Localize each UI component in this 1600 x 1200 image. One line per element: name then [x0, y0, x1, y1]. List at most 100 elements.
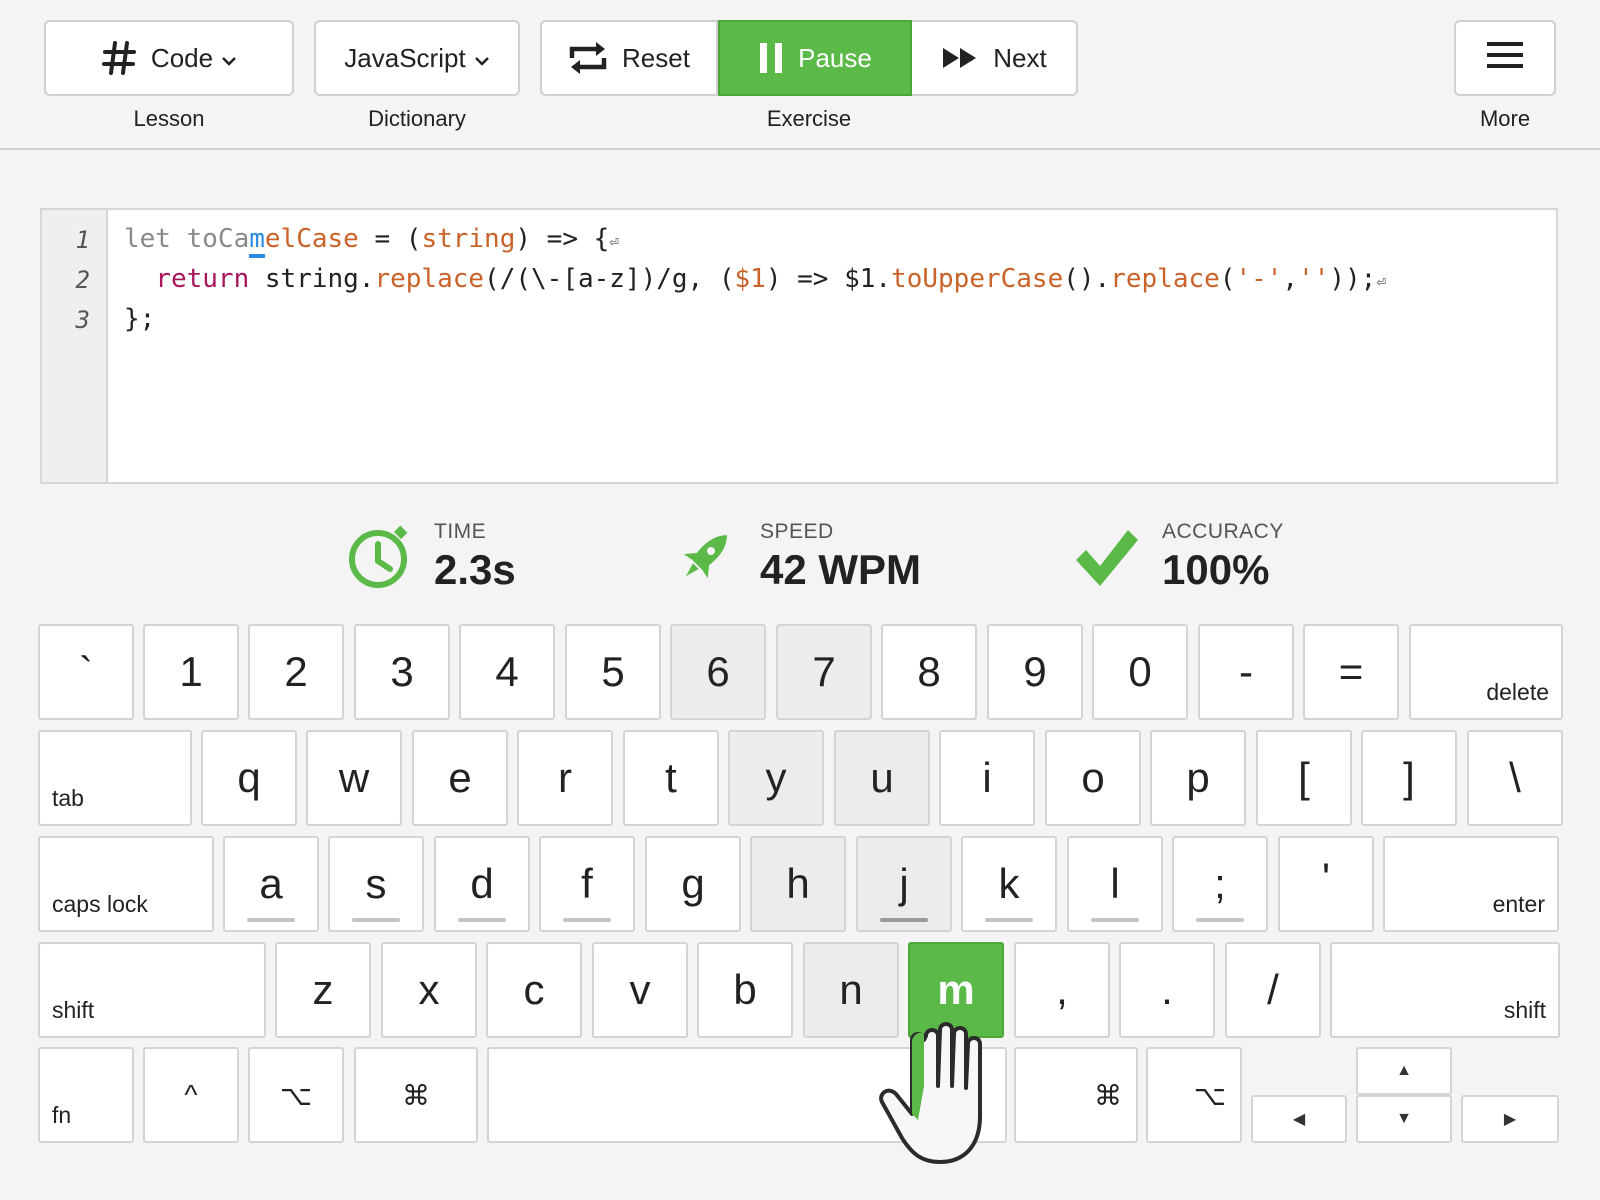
key-delete[interactable]: delete: [1409, 624, 1563, 720]
code-token: string.: [249, 264, 375, 294]
code-token: ) => {: [515, 224, 610, 254]
key-backslash[interactable]: \: [1467, 730, 1563, 826]
key-l[interactable]: l: [1067, 836, 1163, 932]
key-k[interactable]: k: [961, 836, 1057, 932]
key-backtick[interactable]: `: [38, 624, 134, 720]
key-arrow-down[interactable]: ▼: [1356, 1095, 1452, 1143]
code-token: (: [405, 224, 422, 254]
key-comma[interactable]: ,: [1014, 942, 1110, 1038]
key-w[interactable]: w: [306, 730, 402, 826]
code-editor[interactable]: 1 2 3 let toCamelCase = (string) => {⏎ r…: [40, 208, 1558, 484]
pause-label: Pause: [798, 42, 872, 73]
repeat-icon: [568, 41, 608, 75]
key-c[interactable]: c: [486, 942, 582, 1038]
key-u[interactable]: u: [834, 730, 930, 826]
dictionary-dropdown-button[interactable]: JavaScript: [314, 20, 520, 96]
key-label: ;: [1214, 860, 1226, 907]
key-enter[interactable]: enter: [1383, 836, 1559, 932]
key-minus[interactable]: -: [1198, 624, 1294, 720]
key-option-right[interactable]: ⌥: [1146, 1047, 1242, 1143]
key-3[interactable]: 3: [354, 624, 450, 720]
key-equals[interactable]: =: [1303, 624, 1399, 720]
key-1[interactable]: 1: [143, 624, 239, 720]
key-tab[interactable]: tab: [38, 730, 192, 826]
key-v[interactable]: v: [592, 942, 688, 1038]
code-token: (: [1219, 264, 1236, 294]
speed-value: 42 WPM: [760, 546, 922, 593]
key-9[interactable]: 9: [987, 624, 1083, 720]
more-menu-button[interactable]: [1454, 20, 1556, 96]
key-caps-lock[interactable]: caps lock: [38, 836, 214, 932]
key-label: d: [470, 860, 494, 907]
reset-label: Reset: [622, 42, 690, 73]
code-token: (/(\-[a-z])/g, (: [484, 264, 735, 294]
key-e[interactable]: e: [412, 730, 508, 826]
home-row-marker: [1196, 918, 1244, 922]
key-d[interactable]: d: [434, 836, 530, 932]
code-token: ) => $1.: [765, 264, 892, 294]
exercise-controls: Reset Pause Next: [540, 20, 1078, 96]
key-command-left[interactable]: ⌘: [354, 1047, 478, 1143]
key-p[interactable]: p: [1150, 730, 1246, 826]
typed-text: let toCa: [124, 224, 250, 254]
key-left-bracket[interactable]: [: [1256, 730, 1352, 826]
code-token: elCase: [264, 224, 359, 254]
code-token: ,: [1282, 264, 1299, 294]
key-option-left[interactable]: ⌥: [248, 1047, 344, 1143]
key-shift-right[interactable]: shift: [1330, 942, 1560, 1038]
code-token: $1: [734, 264, 766, 294]
code-token: =: [358, 224, 406, 254]
key-8[interactable]: 8: [881, 624, 977, 720]
key-s[interactable]: s: [328, 836, 424, 932]
key-j[interactable]: j: [856, 836, 952, 932]
key-shift-left[interactable]: shift: [38, 942, 266, 1038]
key-arrow-right[interactable]: ▶: [1461, 1095, 1559, 1143]
dictionary-caption: Dictionary: [368, 106, 466, 131]
reset-button[interactable]: Reset: [540, 20, 718, 96]
key-5[interactable]: 5: [565, 624, 661, 720]
key-g[interactable]: g: [645, 836, 741, 932]
key-control[interactable]: ^: [143, 1047, 239, 1143]
time-stat: TIME 2.3s: [346, 520, 516, 594]
key-x[interactable]: x: [381, 942, 477, 1038]
key-r[interactable]: r: [517, 730, 613, 826]
code-token: '': [1298, 264, 1330, 294]
key-4[interactable]: 4: [459, 624, 555, 720]
code-line-2: return string.replace(/(\-[a-z])/g, ($1)…: [124, 264, 1386, 294]
key-quote[interactable]: ': [1278, 836, 1374, 932]
key-arrow-up[interactable]: ▲: [1356, 1047, 1452, 1095]
key-fn[interactable]: fn: [38, 1047, 134, 1143]
code-token: replace: [1110, 264, 1220, 294]
lesson-caption: Lesson: [133, 106, 205, 131]
key-h[interactable]: h: [750, 836, 846, 932]
key-f[interactable]: f: [539, 836, 635, 932]
lesson-label: Code: [150, 42, 214, 73]
key-t[interactable]: t: [623, 730, 719, 826]
key-0[interactable]: 0: [1092, 624, 1188, 720]
key-label: a: [259, 860, 283, 907]
key-period[interactable]: .: [1119, 942, 1215, 1038]
key-2[interactable]: 2: [248, 624, 344, 720]
key-z[interactable]: z: [275, 942, 371, 1038]
pause-button[interactable]: Pause: [718, 20, 912, 96]
key-command-right[interactable]: ⌘: [1014, 1047, 1138, 1143]
key-i[interactable]: i: [939, 730, 1035, 826]
key-y[interactable]: y: [728, 730, 824, 826]
key-right-bracket[interactable]: ]: [1361, 730, 1457, 826]
key-slash[interactable]: /: [1225, 942, 1321, 1038]
key-q[interactable]: q: [201, 730, 297, 826]
next-button[interactable]: Next: [912, 20, 1078, 96]
key-a[interactable]: a: [223, 836, 319, 932]
lesson-dropdown-button[interactable]: Code: [44, 20, 294, 96]
accuracy-stat: ACCURACY 100%: [1074, 520, 1284, 594]
more-caption: More: [1479, 106, 1531, 131]
key-6[interactable]: 6: [670, 624, 766, 720]
key-semicolon[interactable]: ;: [1172, 836, 1268, 932]
key-arrow-left[interactable]: ◀: [1251, 1095, 1347, 1143]
hamburger-icon: [1485, 40, 1525, 77]
key-b[interactable]: b: [697, 942, 793, 1038]
code-line-1: let toCamelCase = (string) => {⏎: [124, 224, 619, 258]
key-7[interactable]: 7: [776, 624, 872, 720]
key-o[interactable]: o: [1045, 730, 1141, 826]
